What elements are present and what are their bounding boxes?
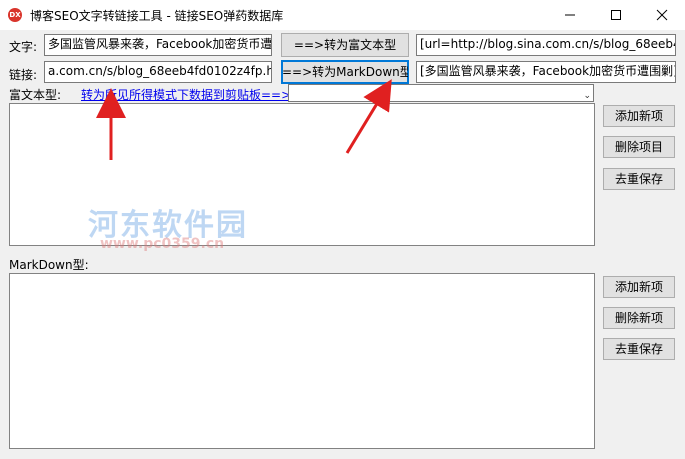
window-title: 博客SEO文字转链接工具 - 链接SEO弹药数据库 bbox=[30, 9, 284, 23]
title-bar: DX 博客SEO文字转链接工具 - 链接SEO弹药数据库 bbox=[0, 0, 685, 30]
link-input[interactable]: a.com.cn/s/blog_68eeb4fd0102z4fp.html?tj… bbox=[44, 61, 272, 83]
rich-delete-button[interactable]: 删除项目 bbox=[603, 136, 675, 158]
minimize-button[interactable] bbox=[547, 0, 593, 30]
markdown-area[interactable] bbox=[9, 273, 595, 449]
markdown-output-field[interactable]: [多国监管风暴来袭，Facebook加密货币遭围剿](h bbox=[416, 61, 676, 83]
markdown-label: MarkDown型: bbox=[9, 258, 89, 272]
text-input[interactable]: 多国监管风暴来袭，Facebook加密货币遭围剿 bbox=[44, 34, 272, 56]
clipboard-mode-field[interactable]: ⌃ ⌄ bbox=[288, 84, 594, 102]
rich-dedupe-save-button[interactable]: 去重保存 bbox=[603, 168, 675, 190]
to-richtext-button[interactable]: ==>转为富文本型 bbox=[281, 33, 409, 57]
minimize-icon bbox=[565, 14, 575, 16]
close-button[interactable] bbox=[639, 0, 685, 30]
copy-to-clipboard-link[interactable]: 转为所见所得模式下数据到剪贴板==> bbox=[81, 86, 291, 103]
md-add-button[interactable]: 添加新项 bbox=[603, 276, 675, 298]
maximize-button[interactable] bbox=[593, 0, 639, 30]
close-icon bbox=[656, 9, 668, 21]
rich-add-button[interactable]: 添加新项 bbox=[603, 105, 675, 127]
richtext-output-field[interactable]: [url=http://blog.sina.com.cn/s/blog_68ee… bbox=[416, 34, 676, 56]
link-label: 链接: bbox=[9, 68, 38, 82]
richtext-label: 富文本型: bbox=[9, 88, 62, 102]
maximize-icon bbox=[611, 10, 621, 20]
md-dedupe-save-button[interactable]: 去重保存 bbox=[603, 338, 675, 360]
md-delete-button[interactable]: 删除新项 bbox=[603, 307, 675, 329]
app-icon: DX bbox=[8, 8, 22, 22]
text-label: 文字: bbox=[9, 40, 38, 54]
spin-arrows-icon[interactable]: ⌃ ⌄ bbox=[583, 85, 591, 101]
to-markdown-button[interactable]: ==>转为MarkDown型 bbox=[281, 60, 409, 84]
watermark-url: www.pc0359.cn bbox=[100, 236, 225, 252]
